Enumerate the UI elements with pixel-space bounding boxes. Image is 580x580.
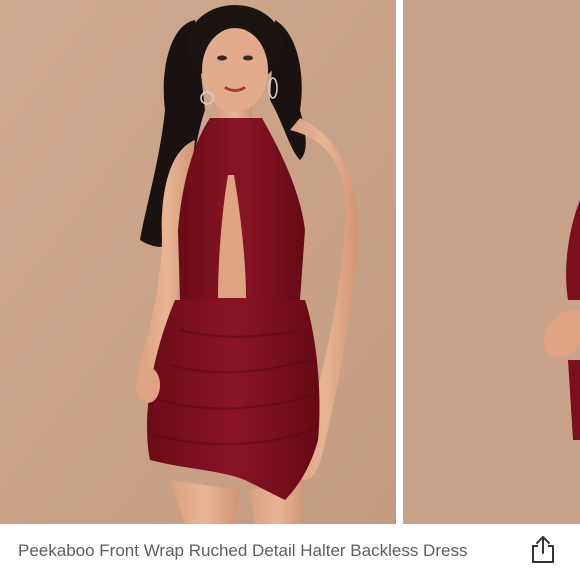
share-button[interactable] <box>526 530 560 568</box>
model-photo-front <box>0 0 396 524</box>
model-photo-side <box>403 0 580 524</box>
listing-photo-next[interactable] <box>403 0 580 524</box>
listing-info: Peekaboo Front Wrap Ruched Detail Halter… <box>0 524 580 580</box>
photo-carousel[interactable] <box>0 0 580 524</box>
listing-photo-main[interactable] <box>0 0 396 524</box>
share-icon <box>532 536 554 563</box>
listing-title: Peekaboo Front Wrap Ruched Detail Halter… <box>18 541 468 560</box>
